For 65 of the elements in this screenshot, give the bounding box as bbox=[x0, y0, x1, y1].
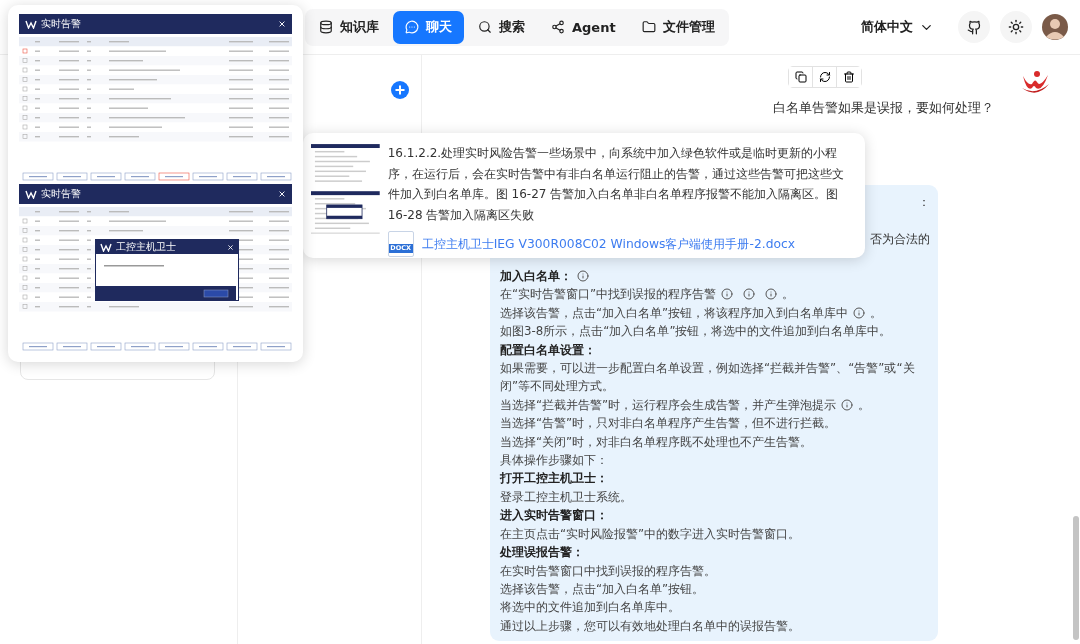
logo-icon bbox=[100, 242, 112, 252]
answer-text: 。 bbox=[858, 397, 871, 412]
answer-text: 。 bbox=[870, 305, 883, 320]
answer-text: 打开工控主机卫士： bbox=[500, 471, 608, 486]
answer-text: 进入实时告警窗口： bbox=[500, 508, 608, 523]
answer-text: 配置白名单设置： bbox=[500, 342, 596, 357]
sun-icon bbox=[1008, 19, 1024, 35]
window-title: 实时告警 bbox=[41, 17, 81, 31]
answer-text: 选择该告警，点击“加入白名单”按钮。 bbox=[500, 581, 705, 596]
github-button[interactable] bbox=[958, 11, 990, 43]
window-title: 实时告警 bbox=[41, 187, 81, 201]
answer-text: 当选择“拦截并告警”时，运行程序会生成告警，并产生弹泡提示 bbox=[500, 397, 837, 412]
answer-text: 在主页点击“实时风险报警”中的数字进入实时告警窗口。 bbox=[500, 526, 801, 541]
info-icon[interactable] bbox=[841, 398, 854, 411]
trash-icon bbox=[843, 71, 855, 83]
scrollbar[interactable] bbox=[1073, 516, 1079, 640]
answer-text: 登录工控主机卫士系统。 bbox=[500, 489, 632, 504]
close-icon[interactable] bbox=[227, 243, 234, 251]
logo-icon bbox=[25, 19, 37, 29]
answer-text: 在“实时告警窗口”中找到误报的程序告警 bbox=[500, 287, 717, 302]
answer-text: 当选择“关闭”时，对非白名单程序既不处理也不产生告警。 bbox=[500, 434, 813, 449]
copy-icon bbox=[794, 71, 807, 83]
answer-text: 处理误报告警： bbox=[500, 545, 584, 560]
answer-text: 否为合法的 bbox=[870, 231, 930, 248]
info-icon[interactable] bbox=[577, 270, 589, 282]
info-icon[interactable] bbox=[721, 288, 734, 301]
nav-tab[interactable]: 知识库 bbox=[307, 10, 391, 44]
info-icon[interactable] bbox=[765, 288, 778, 301]
answer-text: 如果需要，可以进一步配置白名单设置，例如选择“拦截并告警”、“告警”或“关闭”等不同处理方式。 bbox=[500, 361, 915, 394]
answer-text: 通过以上步骤，您可以有效地处理白名单中的误报告警。 bbox=[500, 618, 800, 633]
source-excerpt: 16.1.2.2.处理实时风险告警一些场景中，向系统中加入绿色软件或是临时更新的小程序，在运行后，会在实时告警中有非白名单运行阻止的告警，通过这些告警可把这些文件加入到白名单库。图 16-27 告警加入白名单非白名单程序报警不能加入隔离区。图 16-28 告警加入隔离区失败 bbox=[387, 145, 845, 224]
chat-bubble-icon bbox=[405, 20, 419, 34]
close-icon[interactable] bbox=[278, 20, 286, 28]
swoosh-logo bbox=[1020, 70, 1050, 96]
github-icon bbox=[966, 19, 982, 35]
add-button[interactable] bbox=[391, 81, 409, 99]
answer-text: 将选中的文件追加到白名单库中。 bbox=[500, 600, 680, 615]
nav-tab[interactable]: 文件管理 bbox=[629, 10, 727, 44]
logo-icon bbox=[25, 189, 37, 199]
copy-button[interactable] bbox=[789, 67, 813, 87]
answer-text: 加入白名单： bbox=[500, 269, 572, 283]
answer-text: 如图3-8所示，点击“加入白名单”按钮，将选中的文件追加到白名单库中。 bbox=[500, 324, 892, 339]
theme-button[interactable] bbox=[1000, 11, 1032, 43]
info-icon[interactable] bbox=[743, 288, 756, 301]
close-icon[interactable] bbox=[278, 190, 286, 198]
avatar-icon[interactable] bbox=[1042, 14, 1068, 40]
answer-text: 在实时告警窗口中找到误报的程序告警。 bbox=[500, 563, 716, 578]
nodes-icon bbox=[551, 20, 565, 34]
answer-text: 具体操作步骤如下： bbox=[500, 453, 608, 468]
folder-icon bbox=[641, 20, 656, 34]
nav-tab[interactable]: Agent bbox=[539, 10, 628, 44]
search-icon bbox=[478, 20, 492, 34]
nav-tab[interactable]: 聊天 bbox=[393, 10, 464, 44]
user-message: 白名单告警如果是误报，要如何处理？ bbox=[773, 100, 994, 117]
info-icon[interactable] bbox=[853, 306, 866, 319]
refresh-icon bbox=[818, 71, 831, 83]
nav-tab[interactable]: 搜索 bbox=[466, 10, 537, 44]
answer-text: ： bbox=[918, 194, 930, 211]
source-file-link[interactable]: 工控主机卫士IEG V300R008C02 Windows客户端使用手册-2.docx bbox=[421, 235, 796, 253]
answer-text: 。 bbox=[782, 287, 795, 302]
answer-text: 选择该告警，点击“加入白名单”按钮，将该程序加入到白名单库中 bbox=[500, 305, 849, 320]
language-select[interactable]: 简体中文 bbox=[855, 17, 940, 37]
answer-text: 当选择“告警”时，只对非白名单程序产生告警，但不进行拦截。 bbox=[500, 416, 837, 431]
database-icon bbox=[319, 20, 333, 34]
dialog-title: 工控主机卫士 bbox=[116, 241, 176, 253]
